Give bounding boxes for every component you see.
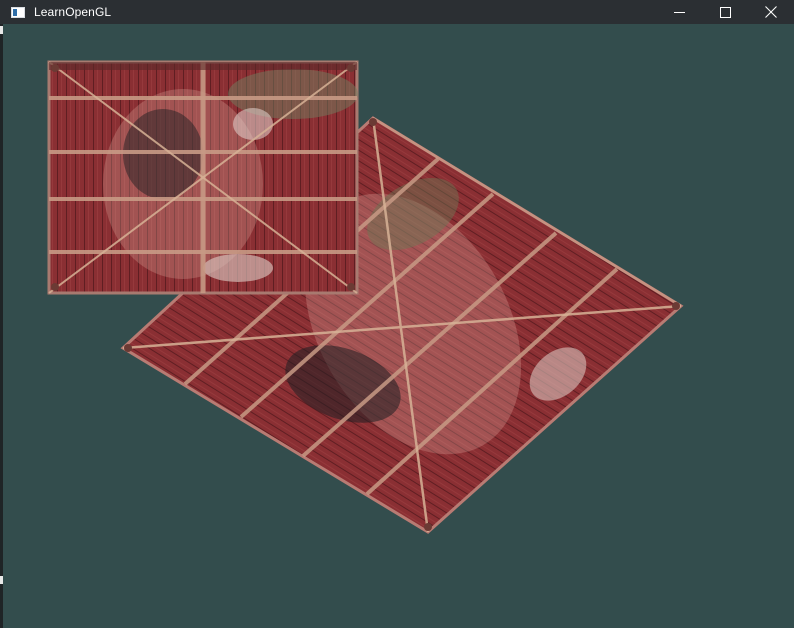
- render-scene: [47, 60, 684, 534]
- window-app-icon: [11, 6, 25, 18]
- maximize-button[interactable]: [702, 0, 748, 24]
- title-bar[interactable]: LearnOpenGL: [0, 0, 794, 24]
- front-crate: [47, 60, 359, 295]
- minimize-icon: [673, 7, 685, 18]
- minimize-button[interactable]: [656, 0, 702, 24]
- opengl-viewport[interactable]: [3, 24, 794, 628]
- window-title: LearnOpenGL: [34, 5, 112, 19]
- maximize-icon: [719, 6, 731, 18]
- window-controls: [656, 0, 794, 24]
- close-icon: [765, 6, 777, 18]
- close-button[interactable]: [748, 0, 794, 24]
